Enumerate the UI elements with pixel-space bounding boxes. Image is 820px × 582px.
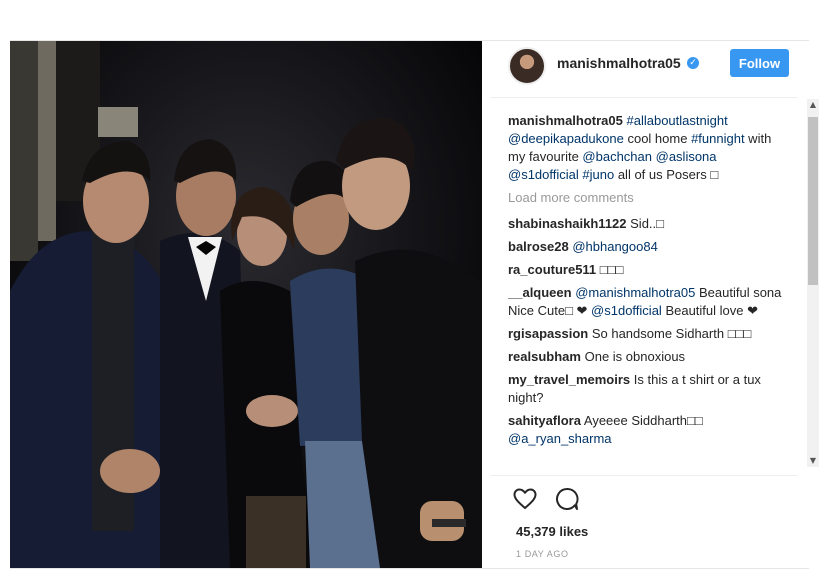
comment-item: my_travel_memoirs Is this a t shirt or a… bbox=[508, 371, 790, 407]
comment-text: Beautiful love ❤ bbox=[661, 303, 758, 318]
mention-link[interactable]: @bachchan bbox=[582, 149, 652, 164]
comment-item: balrose28 @hbhangoo84 bbox=[508, 238, 790, 256]
comment-username[interactable]: __alqueen bbox=[508, 285, 572, 300]
comment-text: □□□ bbox=[599, 262, 624, 277]
comment-item: realsubham One is obnoxious bbox=[508, 348, 790, 366]
caption-username[interactable]: manishmalhotra05 bbox=[508, 113, 623, 128]
comment-item: rgisapassion So handsome Sidharth □□□ bbox=[508, 325, 790, 343]
mention-link[interactable]: #juno bbox=[582, 167, 614, 182]
post-timestamp: 1 DAY AGO bbox=[516, 549, 569, 559]
avatar[interactable] bbox=[508, 47, 546, 85]
comment-text: cool home bbox=[623, 131, 692, 146]
comment-text: So handsome Sidharth □□□ bbox=[591, 326, 752, 341]
comment-username[interactable]: rgisapassion bbox=[508, 326, 588, 341]
heart-icon bbox=[513, 488, 537, 509]
comments-scrollbar[interactable]: ▲ ▼ bbox=[807, 99, 819, 467]
author-username[interactable]: manishmalhotra05 bbox=[557, 55, 681, 71]
comment-item: __alqueen @manishmalhotra05 Beautiful so… bbox=[508, 284, 790, 320]
mention-link[interactable]: @s1dofficial bbox=[591, 303, 662, 318]
comment-bubble-icon bbox=[556, 488, 579, 510]
load-more-comments-link[interactable]: Load more comments bbox=[508, 189, 790, 207]
comment-username[interactable]: sahityaflora bbox=[508, 413, 581, 428]
comment-item: ra_couture511 □□□ bbox=[508, 261, 790, 279]
comment-username[interactable]: balrose28 bbox=[508, 239, 569, 254]
verified-badge-icon: ✓ bbox=[687, 57, 699, 69]
comment-text: all of us Posers □ bbox=[614, 167, 719, 182]
post-caption: manishmalhotra05 #allaboutlastnight @dee… bbox=[508, 112, 790, 184]
mention-link[interactable]: @a_ryan_sharma bbox=[508, 431, 612, 446]
mention-link[interactable]: @hbhangoo84 bbox=[572, 239, 658, 254]
like-button[interactable] bbox=[512, 486, 538, 512]
post-side-panel: manishmalhotra05 ✓ Follow manishmalhotra… bbox=[490, 41, 819, 569]
mention-link[interactable]: @s1dofficial bbox=[508, 167, 579, 182]
mention-link[interactable]: #allaboutlastnight bbox=[627, 113, 728, 128]
likes-count[interactable]: 45,379 likes bbox=[516, 524, 588, 539]
comments-list[interactable]: manishmalhotra05 #allaboutlastnight @dee… bbox=[508, 112, 790, 514]
scroll-down-arrow-icon[interactable]: ▼ bbox=[807, 455, 819, 467]
comment-username[interactable]: ra_couture511 bbox=[508, 262, 596, 277]
mention-link[interactable]: #funnight bbox=[691, 131, 745, 146]
comment-button[interactable] bbox=[554, 486, 580, 512]
mention-link[interactable]: @aslisona bbox=[656, 149, 717, 164]
comment-text: Sid..□ bbox=[630, 216, 665, 231]
comment-item: shabinashaikh1122 Sid..□ bbox=[508, 215, 790, 233]
post-header: manishmalhotra05 ✓ Follow bbox=[490, 41, 798, 98]
scroll-up-arrow-icon[interactable]: ▲ bbox=[807, 99, 819, 111]
post-photo[interactable] bbox=[10, 41, 482, 568]
follow-button[interactable]: Follow bbox=[730, 49, 789, 77]
instagram-post: manishmalhotra05 ✓ Follow manishmalhotra… bbox=[10, 40, 819, 569]
comment-username[interactable]: shabinashaikh1122 bbox=[508, 216, 627, 231]
mention-link[interactable]: @deepikapadukone bbox=[508, 131, 624, 146]
group-photo-illustration bbox=[10, 41, 482, 568]
mention-link[interactable]: @manishmalhotra05 bbox=[575, 285, 695, 300]
comment-item: sahityaflora Ayeeee Siddharth□□ @a_ryan_… bbox=[508, 412, 790, 448]
post-actions: 45,379 likes 1 DAY AGO bbox=[490, 475, 798, 569]
scrollbar-thumb[interactable] bbox=[808, 117, 818, 285]
comment-text: Ayeeee Siddharth□□ bbox=[583, 413, 703, 428]
comment-username[interactable]: my_travel_memoirs bbox=[508, 372, 630, 387]
comment-text: One is obnoxious bbox=[584, 349, 686, 364]
comment-username[interactable]: realsubham bbox=[508, 349, 581, 364]
